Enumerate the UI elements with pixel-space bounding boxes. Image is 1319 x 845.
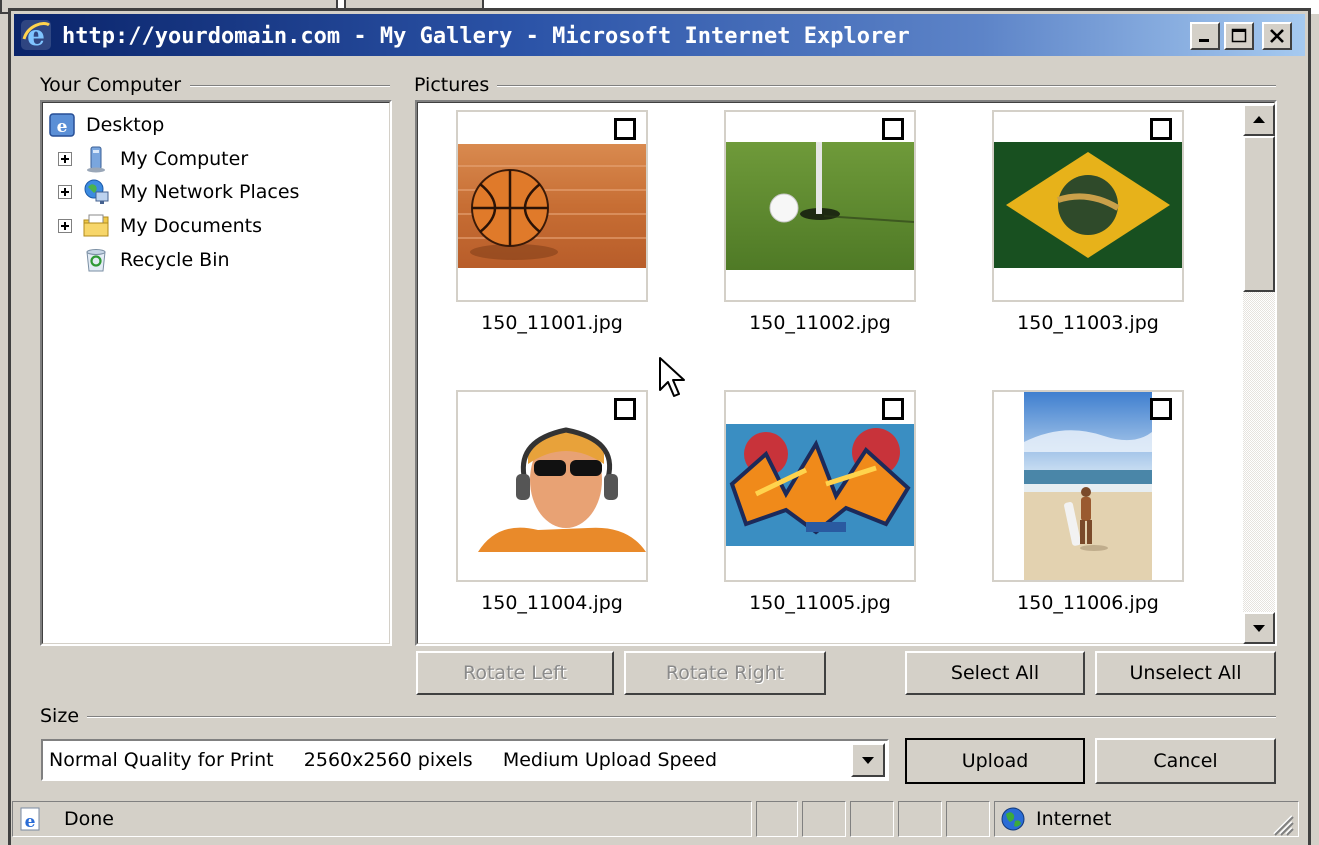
thumbnail[interactable] <box>724 390 916 582</box>
size-dropdown-button[interactable] <box>851 743 885 777</box>
status-text-panel <box>12 801 752 837</box>
page-done-icon: e <box>20 807 40 832</box>
chevron-down-icon <box>862 757 874 764</box>
group-divider <box>414 85 1276 87</box>
svg-text:e: e <box>57 117 68 137</box>
status-panel <box>802 801 846 837</box>
thumbnail-filename: 150_11003.jpg <box>1017 312 1159 334</box>
globe-icon <box>1001 807 1025 831</box>
golf-ball-image <box>726 142 914 270</box>
your-computer-label: Your Computer <box>40 74 190 96</box>
ie-icon: e <box>20 19 52 52</box>
upload-button[interactable]: Upload <box>905 738 1085 784</box>
thumbnail-checkbox[interactable] <box>882 398 904 420</box>
expand-icon[interactable] <box>58 185 72 199</box>
group-divider <box>190 85 390 87</box>
thumbnail[interactable] <box>992 390 1184 582</box>
thumbnail[interactable] <box>456 390 648 582</box>
status-panel <box>898 801 942 837</box>
vertical-scrollbar[interactable] <box>1243 104 1275 644</box>
cancel-button[interactable]: Cancel <box>1095 738 1276 784</box>
thumbnail[interactable] <box>456 110 648 302</box>
thumbnail[interactable] <box>992 110 1184 302</box>
brazil-flag-image <box>994 142 1182 268</box>
tree-item-label: Recycle Bin <box>120 249 230 271</box>
man-with-headphones-image <box>458 420 646 552</box>
zone-text: Internet <box>1036 808 1112 830</box>
status-text: Done <box>64 808 114 830</box>
resize-grip-icon[interactable] <box>1270 812 1294 836</box>
status-panel <box>946 801 990 837</box>
minimize-button[interactable] <box>1190 22 1220 50</box>
scroll-thumb[interactable] <box>1243 136 1275 292</box>
rotate-right-button[interactable]: Rotate Right <box>624 651 826 695</box>
size-select-value: Normal Quality for Print 2560x2560 pixel… <box>49 749 718 771</box>
select-all-button[interactable]: Select All <box>905 651 1085 695</box>
window-title: http://yourdomain.com - My Gallery - Mic… <box>62 24 910 49</box>
close-icon <box>1270 29 1284 43</box>
svg-text:e: e <box>25 812 36 832</box>
thumbnail-filename: 150_11001.jpg <box>481 312 623 334</box>
rotate-left-button[interactable]: Rotate Left <box>416 651 614 695</box>
pictures-label: Pictures <box>414 74 498 96</box>
status-panel <box>850 801 894 837</box>
tree-item-my-network-places[interactable]: My Network Places <box>58 177 299 207</box>
maximize-button[interactable] <box>1224 22 1254 50</box>
computer-icon <box>87 146 105 173</box>
thumbnail-filename: 150_11005.jpg <box>749 592 891 614</box>
recycle-bin-icon <box>86 249 106 272</box>
group-divider <box>86 716 1276 718</box>
desktop-icon: e <box>49 113 75 137</box>
size-select[interactable]: Normal Quality for Print 2560x2560 pixel… <box>41 739 889 781</box>
tree-item-my-computer[interactable]: My Computer <box>58 144 248 174</box>
thumbnail[interactable] <box>724 110 916 302</box>
thumbnail-checkbox[interactable] <box>614 118 636 140</box>
folder-tree[interactable]: e Desktop My Computer My Network Places … <box>40 100 392 646</box>
unselect-all-button[interactable]: Unselect All <box>1095 651 1276 695</box>
thumbnail-checkbox[interactable] <box>1150 398 1172 420</box>
basketball-image <box>458 144 646 268</box>
expand-icon[interactable] <box>58 219 72 233</box>
tree-item-label: My Network Places <box>120 181 300 203</box>
thumbnail-checkbox[interactable] <box>614 398 636 420</box>
close-button[interactable] <box>1262 22 1292 50</box>
thumbnail-filename: 150_11006.jpg <box>1017 592 1159 614</box>
documents-folder-icon <box>83 214 109 237</box>
tree-item-recycle-bin[interactable]: Recycle Bin <box>82 245 230 275</box>
tree-item-desktop[interactable]: e Desktop <box>48 110 164 140</box>
thumbnail-filename: 150_11002.jpg <box>749 312 891 334</box>
size-label: Size <box>40 705 88 727</box>
maximize-icon <box>1231 28 1247 43</box>
pictures-panel[interactable]: 150_11001.jpg 150_11002.jpg 150_11003.jp… <box>415 100 1277 646</box>
graffiti-image <box>726 424 914 546</box>
expand-icon[interactable] <box>58 152 72 166</box>
network-icon <box>84 179 109 204</box>
scroll-down-button[interactable] <box>1243 612 1275 644</box>
arrow-up-icon <box>1253 116 1265 123</box>
surfer-on-beach-image <box>1024 392 1152 580</box>
thumbnail-checkbox[interactable] <box>1150 118 1172 140</box>
tree-item-label: My Computer <box>120 148 249 170</box>
tree-item-label: Desktop <box>86 114 165 136</box>
mouse-cursor-icon <box>659 357 685 397</box>
thumbnail-checkbox[interactable] <box>882 118 904 140</box>
minimize-icon <box>1199 39 1209 42</box>
tree-item-label: My Documents <box>120 215 263 237</box>
tree-item-my-documents[interactable]: My Documents <box>58 211 262 241</box>
scroll-up-button[interactable] <box>1243 104 1275 136</box>
arrow-down-icon <box>1253 625 1265 632</box>
status-panel <box>756 801 798 837</box>
thumbnail-filename: 150_11004.jpg <box>481 592 623 614</box>
